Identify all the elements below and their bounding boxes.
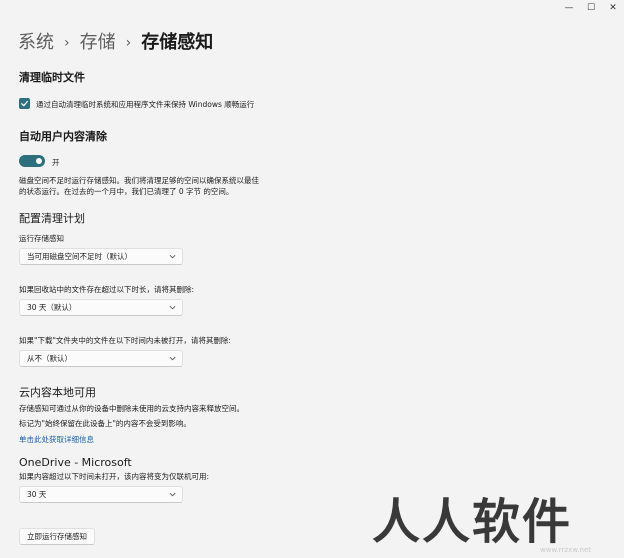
breadcrumb-system[interactable]: 系统 (18, 31, 54, 55)
downloads-label: 如果"下载"文件夹中的文件在以下时间内未被打开，请将其删除: (19, 336, 231, 345)
toggle-state-label: 开 (52, 158, 60, 167)
run-storage-sense-label: 运行存储感知 (19, 234, 64, 243)
cleanup-temp-heading: 清理临时文件 (19, 71, 85, 84)
cleanup-temp-checkbox-label: 通过自动清理临时系统和应用程序文件来保持 Windows 顺畅运行 (36, 100, 255, 109)
schedule-heading: 配置清理计划 (19, 212, 85, 225)
onedrive-value: 30 天 (27, 490, 47, 499)
chevron-down-icon (168, 491, 176, 499)
maximize-button[interactable]: ☐ (580, 0, 602, 16)
cloud-content-line1: 存储感知可通过从你的设备中删除未使用的云支持内容来释放空间。 (19, 404, 244, 413)
chevron-down-icon (168, 355, 176, 363)
auto-cleanup-description-line2: 的状态运行。在过去的一个月中，我们已清理了 0 字节 的空间。 (19, 187, 234, 196)
recycle-bin-label: 如果回收站中的文件存在超过以下时长，请将其删除: (19, 285, 195, 294)
details-link[interactable]: 单击此处获取详细信息 (19, 434, 94, 445)
checkmark-icon (21, 100, 29, 107)
breadcrumb-separator-icon: › (125, 35, 132, 51)
chevron-down-icon (168, 253, 176, 261)
close-button[interactable]: ✕ (602, 0, 624, 16)
watermark-logo: 人人软件园 (372, 494, 573, 558)
chevron-down-icon (168, 304, 176, 312)
onedrive-heading: OneDrive - Microsoft (19, 456, 132, 469)
toggle-knob (36, 158, 42, 164)
downloads-dropdown[interactable]: 从不（默认） (19, 350, 183, 367)
page-title: 存储感知 (141, 32, 214, 53)
auto-cleanup-description-line1: 磁盘空间不足时运行存储感知。我们将清理足够的空间以确保系统以最佳 (19, 176, 259, 185)
cleanup-temp-checkbox[interactable] (19, 98, 30, 109)
recycle-bin-dropdown[interactable]: 30 天（默认） (19, 299, 183, 316)
auto-cleanup-toggle[interactable] (19, 155, 45, 167)
breadcrumb-separator-icon: › (64, 35, 70, 51)
recycle-bin-value: 30 天（默认） (27, 303, 77, 312)
onedrive-dropdown[interactable]: 30 天 (19, 486, 183, 503)
downloads-value: 从不（默认） (27, 354, 72, 363)
window-controls: — ☐ ✕ (558, 0, 624, 16)
run-storage-sense-now-button[interactable]: 立即运行存储感知 (19, 528, 95, 545)
watermark-url: www.rrzxw.net (540, 546, 592, 554)
minimize-button[interactable]: — (558, 0, 580, 16)
cloud-content-heading: 云内容本地可用 (19, 386, 96, 399)
run-storage-sense-dropdown[interactable]: 当可用磁盘空间不足时（默认） (19, 248, 183, 265)
breadcrumb: 系统 › 存储 › 存储感知 (18, 31, 213, 55)
cloud-content-line2: 标记为"始终保留在此设备上"的内容不会受到影响。 (19, 419, 191, 428)
onedrive-label: 如果内容超过以下时间未打开，该内容将变为仅联机可用: (19, 472, 210, 481)
run-storage-sense-value: 当可用磁盘空间不足时（默认） (27, 252, 132, 261)
auto-cleanup-heading: 自动用户内容清除 (19, 130, 107, 143)
breadcrumb-storage[interactable]: 存储 (80, 31, 116, 55)
